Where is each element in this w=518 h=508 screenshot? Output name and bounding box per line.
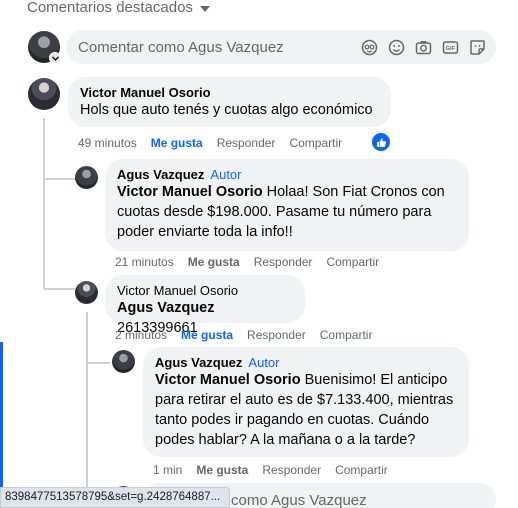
comment-timestamp[interactable]: 1 min — [153, 463, 182, 477]
comment-input-placeholder[interactable]: Comentar como Agus Vazquez — [78, 39, 360, 56]
comment-author-avatar[interactable] — [75, 281, 98, 304]
comment-bubble: Victor Manuel Osorio Agus Vazquez 261339… — [105, 275, 305, 336]
share-button[interactable]: Compartir — [289, 136, 342, 150]
share-button[interactable]: Compartir — [320, 328, 373, 342]
like-reaction-icon[interactable] — [372, 133, 390, 151]
comment-bubble: Agus Vazquez Autor Victor Manuel Osorio H… — [105, 159, 469, 251]
comment-actions: 49 minutos Me gusta Responder Compartir — [78, 136, 342, 150]
avatar-sticker-icon[interactable] — [360, 38, 378, 56]
like-button[interactable]: Me gusta — [151, 136, 203, 150]
comment-author-avatar[interactable] — [112, 350, 135, 373]
mention-link[interactable]: Victor Manuel Osorio — [155, 372, 301, 388]
comment-composer[interactable]: Comentar como Agus Vazquez GIF — [66, 30, 496, 64]
like-button[interactable]: Me gusta — [196, 463, 248, 477]
thread-connector — [43, 288, 75, 290]
comment-actions: 1 min Me gusta Responder Compartir — [153, 463, 388, 477]
comment-sort-label: Comentarios destacados — [27, 0, 193, 16]
gif-icon[interactable]: GIF — [441, 38, 459, 56]
comment-text: Hols que auto tenés y cuotas algo económ… — [80, 102, 373, 118]
reply-button[interactable]: Responder — [217, 136, 276, 150]
comment-timestamp[interactable]: 2 minutos — [115, 328, 167, 342]
thread-connector — [86, 362, 110, 364]
reply-button[interactable]: Responder — [262, 463, 321, 477]
thread-line — [43, 118, 45, 288]
svg-text:GIF: GIF — [445, 46, 455, 52]
comment-bubble: Agus Vazquez Autor Victor Manuel Osorio B… — [143, 347, 469, 457]
thread-line — [86, 312, 88, 497]
reply-button[interactable]: Responder — [247, 328, 306, 342]
caret-down-icon — [199, 5, 210, 12]
mention-link[interactable]: Agus Vazquez — [117, 300, 215, 316]
comment-timestamp[interactable]: 49 minutos — [78, 136, 137, 150]
comment-timestamp[interactable]: 21 minutos — [115, 255, 174, 269]
comment-actions: 2 minutos Me gusta Responder Compartir — [115, 328, 372, 342]
camera-icon[interactable] — [414, 38, 432, 56]
focus-edge — [0, 342, 3, 487]
comment-author-name[interactable]: Victor Manuel Osorio — [117, 283, 238, 298]
comment-author-name[interactable]: Agus Vazquez — [117, 167, 204, 182]
profile-switch-chevron-icon[interactable] — [49, 52, 61, 64]
like-button[interactable]: Me gusta — [181, 328, 233, 342]
sticker-icon[interactable] — [468, 38, 486, 56]
share-button[interactable]: Compartir — [335, 463, 388, 477]
author-badge: Autor — [210, 167, 242, 182]
comment-actions: 21 minutos Me gusta Responder Compartir — [115, 255, 379, 269]
comment-sort-dropdown[interactable]: Comentarios destacados — [27, 0, 210, 16]
status-url: 8398477513578795&set=g.2428764887... — [5, 491, 221, 503]
emoji-icon[interactable] — [387, 38, 405, 56]
mention-link[interactable]: Victor Manuel Osorio — [117, 184, 263, 200]
comment-author-name[interactable]: Victor Manuel Osorio — [80, 85, 379, 100]
thread-connector — [43, 178, 75, 180]
comment-author-name[interactable]: Agus Vazquez — [155, 355, 242, 370]
like-button[interactable]: Me gusta — [188, 255, 240, 269]
share-button[interactable]: Compartir — [326, 255, 379, 269]
comment-author-avatar[interactable] — [75, 166, 98, 189]
comment-bubble: Victor Manuel Osorio Hols que auto tenés… — [68, 77, 391, 127]
link-status-bar: 8398477513578795&set=g.2428764887... — [0, 487, 230, 508]
reply-input-placeholder[interactable]: como Agus Vazquez — [231, 492, 367, 508]
comment-author-avatar[interactable] — [28, 78, 60, 110]
author-badge: Autor — [248, 355, 280, 370]
reply-button[interactable]: Responder — [254, 255, 313, 269]
